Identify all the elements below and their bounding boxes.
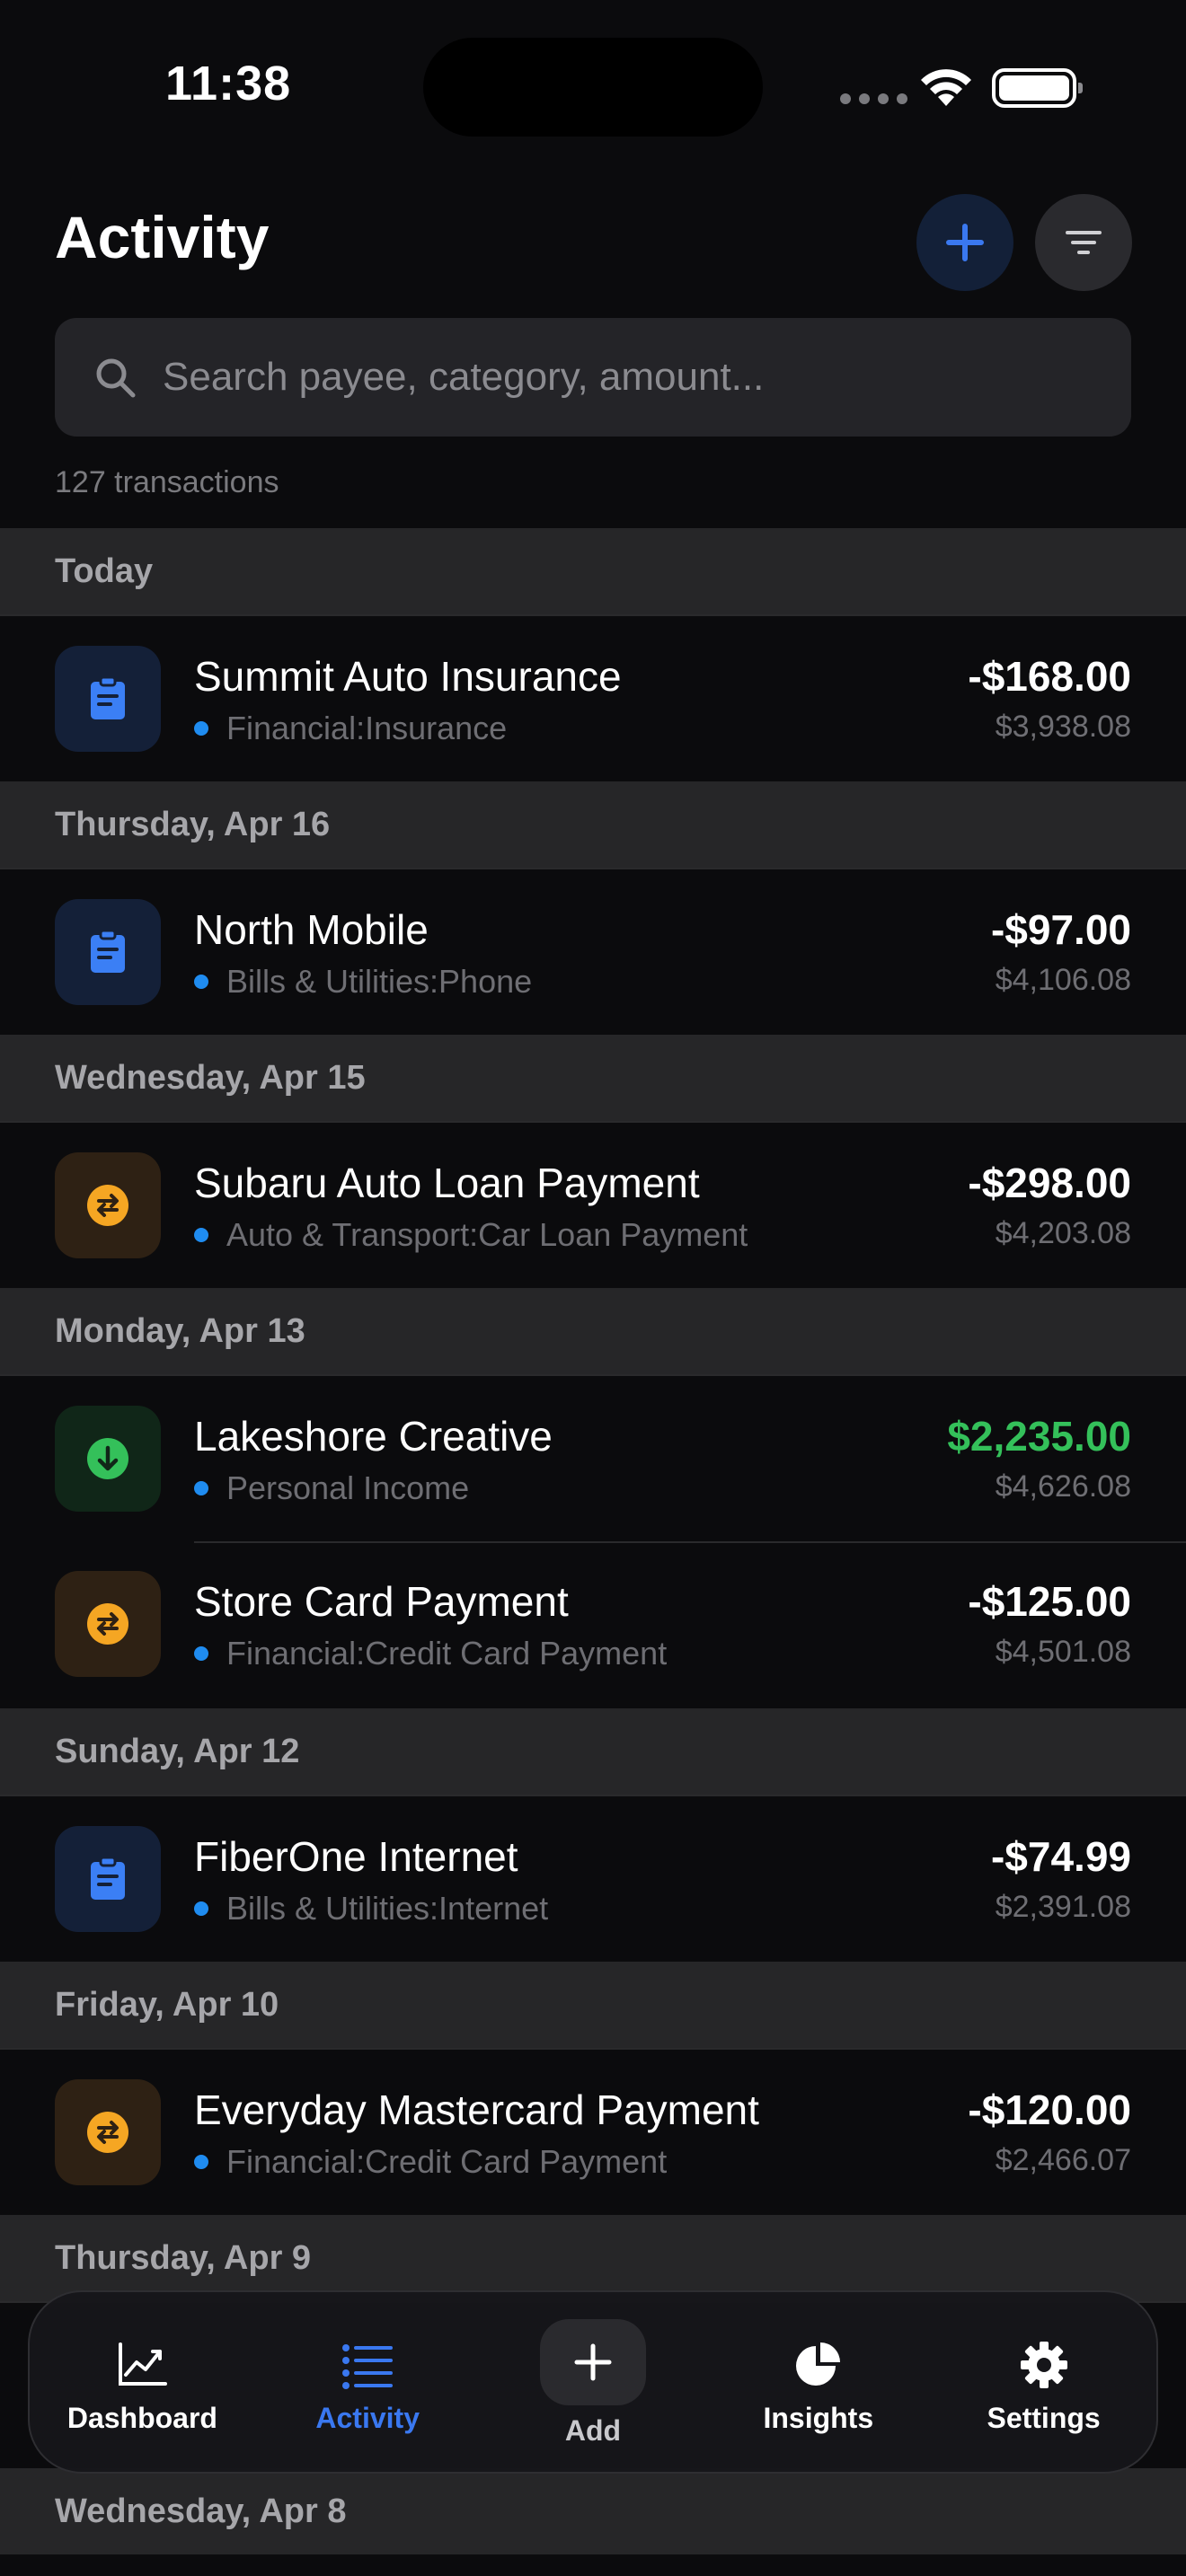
category-label: Auto & Transport:Car Loan Payment [194, 1216, 748, 1254]
running-balance: $4,203.08 [995, 1216, 1131, 1250]
amount: -$125.00 [968, 1578, 1131, 1625]
tab-dashboard[interactable]: Dashboard [30, 2292, 255, 2472]
bill-icon [55, 646, 161, 752]
category-dot [194, 721, 208, 736]
category-label: Bills & Utilities:Internet [194, 1890, 548, 1928]
category-label: Financial:Insurance [194, 710, 507, 747]
category-text: Financial:Credit Card Payment [226, 1635, 668, 1672]
section-header: Today [0, 528, 1186, 614]
plus-icon [946, 224, 984, 261]
cellular-signal-icon [840, 93, 907, 104]
tab-insights[interactable]: Insights [705, 2292, 931, 2472]
running-balance: $4,626.08 [995, 1469, 1131, 1504]
tab-activity[interactable]: Activity [255, 2292, 481, 2472]
category-label: Personal Income [194, 1469, 469, 1507]
category-dot [194, 2155, 208, 2169]
transfer-icon [55, 2079, 161, 2185]
search-bar[interactable] [55, 318, 1131, 437]
transfer-icon [55, 1571, 161, 1677]
tab-label: Activity [315, 2402, 420, 2434]
section-header: Wednesday, Apr 8 [0, 2468, 1186, 2554]
running-balance: $4,501.08 [995, 1635, 1131, 1669]
category-text: Financial:Insurance [226, 710, 508, 746]
bill-icon [55, 899, 161, 1005]
filter-button[interactable] [1035, 194, 1132, 291]
add-tab-bubble [539, 2319, 646, 2405]
transaction-row[interactable]: Subaru Auto Loan Payment Auto & Transpor… [0, 1121, 1186, 1288]
amount: -$168.00 [968, 653, 1131, 700]
category-text: Bills & Utilities:Phone [226, 963, 533, 1000]
chart-line-icon [119, 2342, 168, 2386]
payee-name: Everyday Mastercard Payment [194, 2086, 759, 2133]
status-time: 11:38 [165, 57, 292, 110]
category-dot [194, 1481, 208, 1495]
filter-icon [1066, 231, 1102, 254]
section-header: Friday, Apr 10 [0, 1962, 1186, 2048]
battery-icon [992, 68, 1083, 108]
transfer-icon [55, 1152, 161, 1258]
tab-label: Insights [763, 2402, 874, 2434]
payee-name: FiberOne Internet [194, 1833, 518, 1880]
section-header: Monday, Apr 13 [0, 1288, 1186, 1374]
wifi-icon [921, 69, 971, 106]
section-header: Thursday, Apr 16 [0, 781, 1186, 868]
search-icon [96, 358, 136, 398]
section-header: Sunday, Apr 12 [0, 1708, 1186, 1795]
tab-add[interactable]: Add [481, 2292, 706, 2472]
category-text: Bills & Utilities:Internet [226, 1890, 549, 1927]
tab-label: Dashboard [66, 2402, 217, 2434]
pie-chart-icon [795, 2342, 840, 2386]
category-text: Personal Income [226, 1469, 470, 1506]
transaction-row[interactable]: Summit Auto Insurance Financial:Insuranc… [0, 614, 1186, 781]
tab-settings[interactable]: Settings [931, 2292, 1156, 2472]
dynamic-island [423, 38, 763, 137]
amount: -$97.00 [990, 906, 1131, 953]
transaction-row[interactable]: North Mobile Bills & Utilities:Phone -$9… [0, 868, 1186, 1035]
amount: -$298.00 [968, 1160, 1131, 1206]
tab-bar: Dashboard Activity Add Insights Settings [28, 2290, 1158, 2474]
add-transaction-button[interactable] [916, 194, 1013, 291]
amount: -$74.99 [990, 1833, 1131, 1880]
gear-icon [1020, 2342, 1067, 2388]
running-balance: $4,106.08 [995, 963, 1131, 997]
list-icon [342, 2344, 394, 2389]
transaction-row[interactable]: Store Card Payment Financial:Credit Card… [0, 1541, 1186, 1708]
tab-label: Add [564, 2414, 622, 2447]
section-header: Wednesday, Apr 15 [0, 1035, 1186, 1121]
payee-name: Summit Auto Insurance [194, 653, 622, 700]
transaction-count: 127 transactions [55, 465, 279, 499]
payee-name: North Mobile [194, 906, 429, 953]
transaction-list: Today Summit Auto Insurance Financial:In… [0, 528, 1186, 2554]
section-header: Thursday, Apr 9 [0, 2215, 1186, 2301]
page-title: Activity [55, 204, 270, 270]
amount: -$120.00 [968, 2086, 1131, 2133]
income-icon [55, 1406, 161, 1512]
payee-name: Subaru Auto Loan Payment [194, 1160, 700, 1206]
category-text: Auto & Transport:Car Loan Payment [226, 1216, 748, 1253]
transaction-row[interactable]: Everyday Mastercard Payment Financial:Cr… [0, 2048, 1186, 2215]
category-label: Financial:Credit Card Payment [194, 2143, 667, 2181]
status-bar: 11:38 [0, 0, 1186, 171]
category-text: Financial:Credit Card Payment [226, 2143, 668, 2180]
running-balance: $3,938.08 [995, 710, 1131, 744]
running-balance: $2,466.07 [995, 2143, 1131, 2177]
category-dot [194, 1646, 208, 1661]
tab-label: Settings [987, 2402, 1101, 2434]
plus-icon [574, 2343, 612, 2381]
category-dot [194, 975, 208, 989]
activity-screen: 11:38 Activity 127 transactions Today [0, 0, 1186, 2576]
payee-name: Store Card Payment [194, 1578, 569, 1625]
category-label: Bills & Utilities:Phone [194, 963, 532, 1001]
transaction-row[interactable]: Lakeshore Creative Personal Income $2,23… [0, 1374, 1186, 1541]
category-dot [194, 1228, 208, 1242]
transaction-row[interactable]: FiberOne Internet Bills & Utilities:Inte… [0, 1795, 1186, 1962]
amount: $2,235.00 [947, 1413, 1131, 1460]
running-balance: $2,391.08 [995, 1890, 1131, 1924]
category-label: Financial:Credit Card Payment [194, 1635, 667, 1672]
category-dot [194, 1901, 208, 1916]
payee-name: Lakeshore Creative [194, 1413, 553, 1460]
search-input[interactable] [163, 355, 1131, 400]
bill-icon [55, 1826, 161, 1932]
